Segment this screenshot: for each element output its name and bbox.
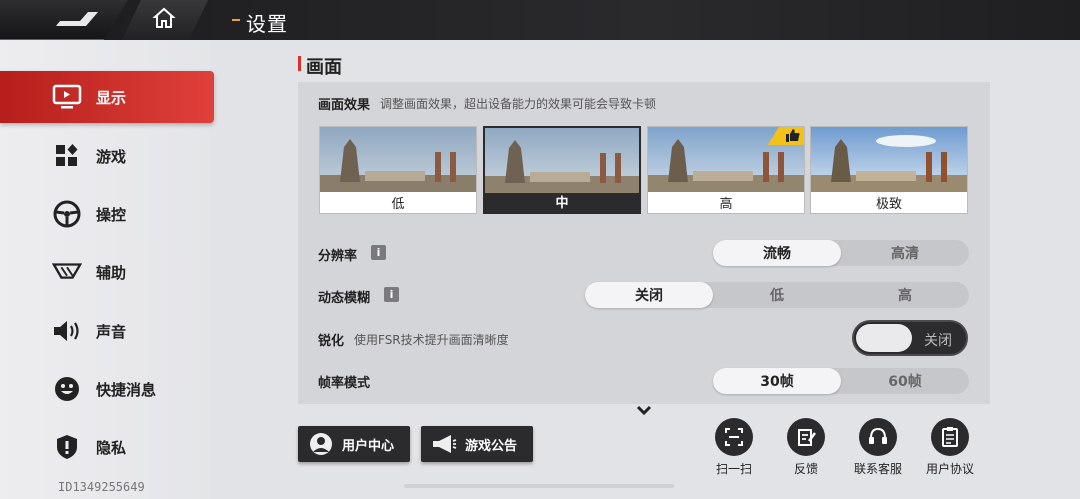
- support-button[interactable]: 联系客服: [848, 418, 908, 478]
- quality-option-low[interactable]: 低: [319, 126, 477, 214]
- sidebar-item-label: 显示: [96, 88, 127, 107]
- section-title: 画面: [306, 57, 342, 78]
- announcements-button[interactable]: 游戏公告: [421, 426, 533, 462]
- home-icon: [152, 7, 176, 28]
- megaphone-icon: [431, 431, 457, 457]
- headset-icon: [859, 418, 897, 456]
- motion-blur-option-high[interactable]: 高: [841, 282, 969, 308]
- monitor-icon: [52, 82, 82, 112]
- quality-option-label: 中: [555, 195, 569, 211]
- back-arrow-icon: [56, 12, 98, 26]
- motion-blur-option-low[interactable]: 低: [713, 282, 841, 308]
- resolution-option-smooth[interactable]: 流畅: [713, 240, 841, 266]
- motion-blur-label: 动态模糊: [318, 291, 371, 306]
- feedback-button[interactable]: 反馈: [776, 418, 836, 478]
- sidebar-item-label: 辅助: [96, 263, 127, 282]
- frame-rate-option-60[interactable]: 60帧: [841, 368, 969, 394]
- quality-hint: 调整画面效果，超出设备能力的效果可能会导致卡顿: [380, 97, 657, 111]
- page-title: 设置: [246, 12, 288, 36]
- scan-icon: [715, 418, 753, 456]
- agreement-label: 用户协议: [925, 462, 974, 476]
- quality-label: 画面效果: [318, 98, 371, 113]
- sidebar-item-assist[interactable]: 辅助: [0, 246, 214, 298]
- agreement-button[interactable]: 用户协议: [920, 418, 980, 478]
- scene-thumbnail: [320, 127, 476, 192]
- assist-icon: [52, 257, 82, 287]
- quality-option-high[interactable]: 高: [647, 126, 805, 214]
- sharpen-label: 锐化: [318, 334, 345, 349]
- sidebar-item-controls[interactable]: 操控: [0, 188, 214, 240]
- motion-blur-option-off[interactable]: 关闭: [585, 282, 713, 308]
- resolution-segmented-control: 流畅 高清: [713, 240, 969, 266]
- sidebar-item-label: 声音: [96, 322, 127, 341]
- info-icon[interactable]: i: [384, 287, 399, 302]
- sidebar-item-quick-messages[interactable]: 快捷消息: [0, 363, 214, 415]
- sidebar-item-label: 游戏: [96, 147, 127, 166]
- scroll-indicator: [404, 484, 674, 488]
- grid-icon: [52, 141, 82, 171]
- quality-option-medium[interactable]: 中: [483, 126, 641, 214]
- announcements-label: 游戏公告: [465, 438, 518, 454]
- user-center-button[interactable]: 用户中心: [298, 426, 410, 462]
- sidebar-item-label: 隐私: [96, 438, 127, 457]
- quality-option-label: 高: [719, 196, 733, 212]
- player-id: ID1349255649: [58, 480, 145, 494]
- sidebar-item-game[interactable]: 游戏: [0, 130, 214, 182]
- feedback-icon: [787, 418, 825, 456]
- thumbs-up-icon: [786, 129, 800, 142]
- steering-wheel-icon: [52, 199, 82, 229]
- frame-rate-option-30[interactable]: 30帧: [713, 368, 841, 394]
- toggle-label: 关闭: [924, 333, 952, 349]
- scan-button[interactable]: 扫一扫: [704, 418, 764, 478]
- clipboard-icon: [931, 418, 969, 456]
- motion-blur-segmented-control: 关闭 低 高: [585, 282, 969, 308]
- scene-thumbnail: [811, 127, 967, 192]
- feedback-label: 反馈: [793, 462, 818, 476]
- sidebar-item-label: 操控: [96, 205, 127, 224]
- sharpen-hint: 使用FSR技术提升画面清晰度: [354, 333, 509, 347]
- shield-icon: [52, 432, 82, 462]
- sidebar-item-display[interactable]: 显示: [0, 71, 214, 123]
- speaker-icon: [52, 316, 82, 346]
- resolution-option-hd[interactable]: 高清: [841, 240, 969, 266]
- section-accent: [298, 56, 301, 71]
- sidebar-item-privacy[interactable]: 隐私: [0, 421, 214, 473]
- resolution-label: 分辨率: [318, 249, 358, 264]
- quality-option-label: 极致: [875, 196, 902, 212]
- smiley-icon: [52, 374, 82, 404]
- sharpen-toggle[interactable]: 关闭: [852, 320, 968, 356]
- support-label: 联系客服: [853, 462, 902, 476]
- user-center-label: 用户中心: [342, 438, 395, 454]
- sidebar-item-sound[interactable]: 声音: [0, 305, 214, 357]
- quality-option-label: 低: [391, 196, 405, 212]
- chevron-down-icon[interactable]: [636, 404, 652, 416]
- frame-rate-segmented-control: 30帧 60帧: [713, 368, 969, 394]
- quality-option-ultra[interactable]: 极致: [810, 126, 968, 214]
- frame-rate-label: 帧率模式: [318, 376, 371, 391]
- title-accent: [232, 19, 240, 21]
- scene-thumbnail: [485, 128, 639, 193]
- toggle-knob: [856, 324, 912, 352]
- sidebar-item-label: 快捷消息: [96, 380, 157, 399]
- info-icon[interactable]: i: [371, 245, 386, 260]
- scan-label: 扫一扫: [715, 462, 752, 476]
- user-center-icon: [308, 431, 334, 457]
